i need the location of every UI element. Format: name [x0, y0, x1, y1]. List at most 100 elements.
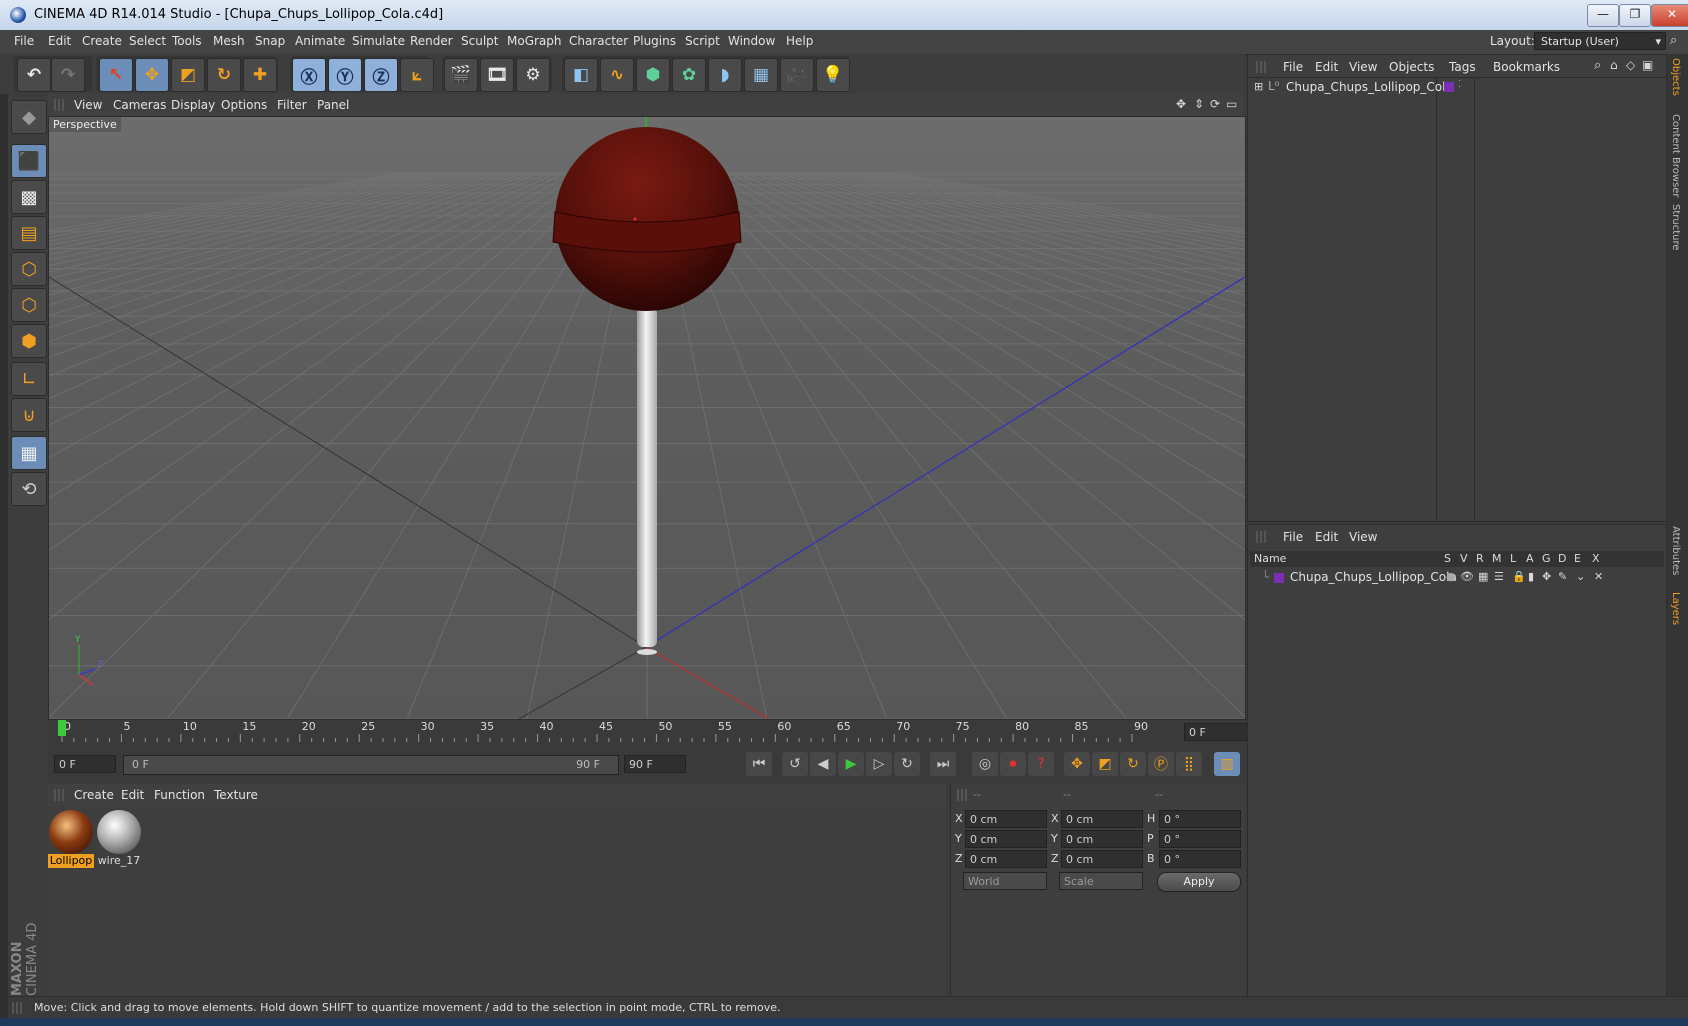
menu-render[interactable]: Render: [410, 34, 453, 48]
go-to-start-icon[interactable]: ⏮: [746, 752, 772, 776]
texture-mode-icon[interactable]: ▩: [11, 180, 47, 214]
edges-mode-icon[interactable]: ⬡: [11, 288, 47, 322]
search-icon[interactable]: ⌕: [1670, 33, 1677, 48]
pan-view-icon[interactable]: ✥: [1176, 97, 1186, 111]
object-menu-objects[interactable]: Objects: [1389, 60, 1434, 74]
material-menu-edit[interactable]: Edit: [121, 788, 144, 802]
start-frame-field[interactable]: 0 F: [54, 755, 116, 773]
menu-animate[interactable]: Animate: [295, 34, 345, 48]
tab-layers[interactable]: Layers: [1670, 592, 1681, 625]
layer-color-swatch[interactable]: [1274, 573, 1284, 583]
viewport-menu-view[interactable]: View: [74, 98, 102, 112]
lock-icon[interactable]: 🔒: [1512, 570, 1526, 583]
undo-icon[interactable]: ↶: [17, 58, 51, 92]
key-pla-icon[interactable]: ⣿: [1176, 752, 1202, 776]
x-axis-lock-icon[interactable]: Ⓧ: [292, 58, 326, 92]
position-x-field[interactable]: 0 cm: [965, 810, 1047, 828]
menu-tools[interactable]: Tools: [172, 34, 202, 48]
layer-menu-edit[interactable]: Edit: [1315, 530, 1338, 544]
workplane-lock-icon[interactable]: ▦: [11, 436, 47, 470]
size-z-field[interactable]: 0 cm: [1061, 850, 1143, 868]
snap-icon[interactable]: ⟲: [11, 472, 47, 506]
go-to-end-icon[interactable]: ⏭: [930, 752, 956, 776]
cube-object-icon[interactable]: ◧: [564, 58, 598, 92]
menu-mesh[interactable]: Mesh: [213, 34, 245, 48]
menu-character[interactable]: Character: [569, 34, 628, 48]
tab-structure[interactable]: Structure: [1670, 204, 1681, 251]
material-menu-texture[interactable]: Texture: [214, 788, 258, 802]
object-menu-tags[interactable]: Tags: [1449, 60, 1476, 74]
zoom-view-icon[interactable]: ⇕: [1194, 97, 1204, 111]
object-menu-bookmarks[interactable]: Bookmarks: [1493, 60, 1560, 74]
axis-mode-icon[interactable]: ∟: [11, 362, 47, 396]
material-menu-function[interactable]: Function: [154, 788, 205, 802]
object-menu-edit[interactable]: Edit: [1315, 60, 1338, 74]
tab-attributes[interactable]: Attributes: [1670, 526, 1681, 575]
object-menu-view[interactable]: View: [1349, 60, 1377, 74]
keyframe-selection-icon[interactable]: ?: [1028, 752, 1054, 776]
layer-color-swatch[interactable]: [1444, 82, 1454, 92]
key-parameter-icon[interactable]: Ⓟ: [1148, 752, 1174, 776]
key-rotation-icon[interactable]: ↻: [1120, 752, 1146, 776]
rotation-h-field[interactable]: 0 °: [1159, 810, 1241, 828]
size-mode-dropdown[interactable]: Scale: [1059, 872, 1143, 890]
material-lollipop[interactable]: Lollipop: [48, 806, 94, 868]
viewport-menu-panel[interactable]: Panel: [317, 98, 349, 112]
previous-frame-icon[interactable]: ◀: [810, 752, 836, 776]
model-mode-icon[interactable]: ⬛: [11, 144, 47, 178]
size-y-field[interactable]: 0 cm: [1061, 830, 1143, 848]
coordinate-system-icon[interactable]: ⟀: [400, 58, 434, 92]
viewport-menu-cameras[interactable]: Cameras: [113, 98, 166, 112]
array-icon[interactable]: ✿: [672, 58, 706, 92]
nurbs-icon[interactable]: ⬢: [636, 58, 670, 92]
render-view-icon[interactable]: 🎬: [444, 58, 478, 92]
rotate-tool-icon[interactable]: ↻: [207, 58, 241, 92]
render-settings-icon[interactable]: ⚙: [516, 58, 550, 92]
camera-label[interactable]: Perspective: [49, 117, 121, 132]
key-position-icon[interactable]: ✥: [1064, 752, 1090, 776]
viewport-menu-display[interactable]: Display: [171, 98, 215, 112]
scale-tool-icon[interactable]: ◩: [171, 58, 205, 92]
tab-objects[interactable]: Objects: [1670, 58, 1681, 96]
3d-viewport[interactable]: Perspective Y Z: [48, 116, 1246, 720]
workplane-icon[interactable]: ▤: [11, 216, 47, 250]
viewport-menu-options[interactable]: Options: [221, 98, 267, 112]
key-scale-icon[interactable]: ◩: [1092, 752, 1118, 776]
visibility-dots-icon[interactable]: ⁚: [1458, 79, 1461, 90]
timeline-window-icon[interactable]: ▥: [1214, 752, 1240, 776]
menu-mograph[interactable]: MoGraph: [507, 34, 562, 48]
end-frame-field[interactable]: 90 F: [624, 755, 686, 773]
magnet-icon[interactable]: ⊍: [11, 398, 47, 432]
z-axis-lock-icon[interactable]: Ⓩ: [364, 58, 398, 92]
menu-edit[interactable]: Edit: [48, 34, 71, 48]
orbit-view-icon[interactable]: ⟳: [1210, 97, 1220, 111]
minimize-button[interactable]: —: [1587, 4, 1619, 27]
solo-icon[interactable]: ●: [1446, 570, 1456, 583]
material-wire-17[interactable]: wire_17: [96, 806, 142, 867]
rotation-b-field[interactable]: 0 °: [1159, 850, 1241, 868]
layer-menu-view[interactable]: View: [1349, 530, 1377, 544]
move-tool-icon[interactable]: ✥: [135, 58, 169, 92]
play-icon[interactable]: ▶: [838, 752, 864, 776]
position-y-field[interactable]: 0 cm: [965, 830, 1047, 848]
points-mode-icon[interactable]: ⬡: [11, 252, 47, 286]
add-tool-icon[interactable]: ✚: [243, 58, 277, 92]
record-keys-icon[interactable]: ◎: [972, 752, 998, 776]
layer-row-chupa-chups[interactable]: └ Chupa_Chups_Lollipop_Cola ● 👁 ▦ ☰ 🔒 ▮ …: [1250, 569, 1664, 587]
expressions-icon[interactable]: ⌄: [1576, 570, 1585, 583]
menu-select[interactable]: Select: [129, 34, 166, 48]
menu-script[interactable]: Script: [685, 34, 720, 48]
polygons-mode-icon[interactable]: ⬢: [11, 324, 47, 358]
spline-icon[interactable]: ∿: [600, 58, 634, 92]
live-selection-icon[interactable]: ↖: [99, 58, 133, 92]
object-menu-file[interactable]: File: [1283, 60, 1303, 74]
playhead[interactable]: [58, 720, 66, 736]
y-axis-lock-icon[interactable]: Ⓨ: [328, 58, 362, 92]
next-key-icon[interactable]: ↻: [894, 752, 920, 776]
rotation-p-field[interactable]: 0 °: [1159, 830, 1241, 848]
size-x-field[interactable]: 0 cm: [1061, 810, 1143, 828]
restore-button[interactable]: ❐: [1619, 4, 1651, 27]
current-frame-field[interactable]: 0 F: [1184, 723, 1248, 741]
home-icon[interactable]: ⌂: [1610, 58, 1618, 72]
menu-help[interactable]: Help: [786, 34, 813, 48]
